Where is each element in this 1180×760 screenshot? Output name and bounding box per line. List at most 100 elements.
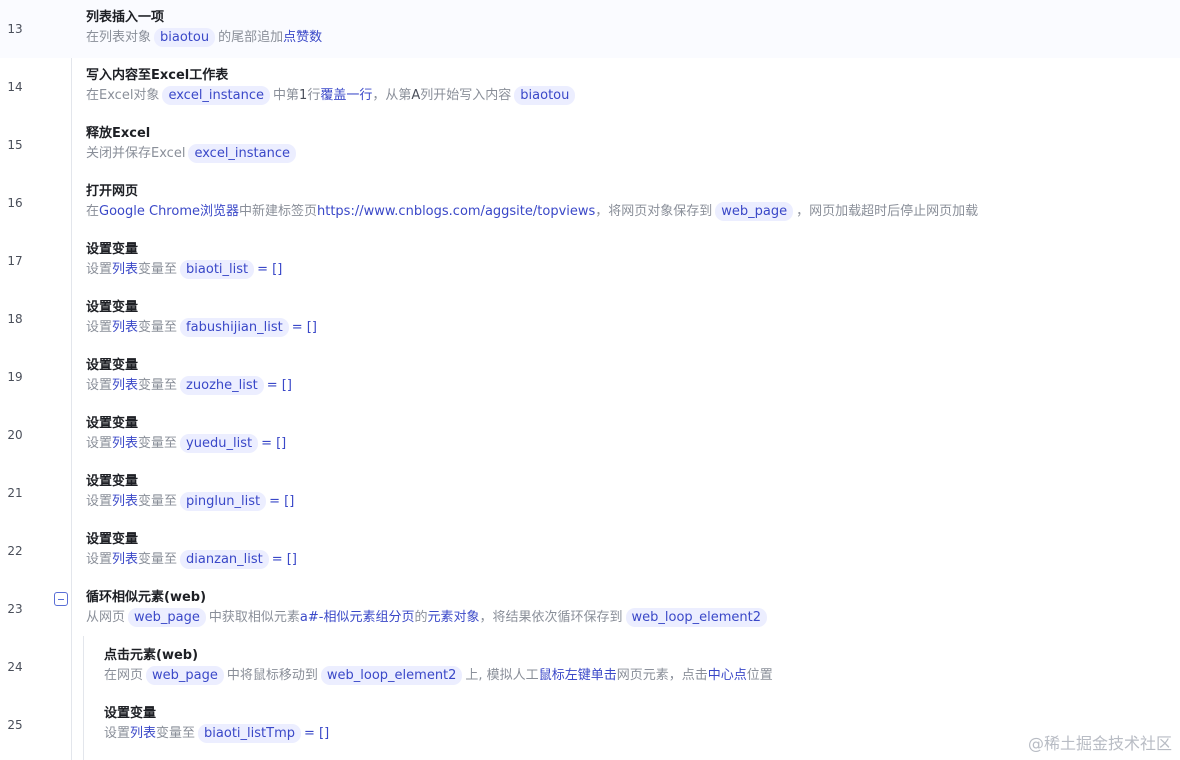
param-value[interactable]: 点赞数 bbox=[283, 30, 322, 45]
line-number: 13 bbox=[7, 22, 23, 36]
param-value[interactable]: a#-相似元素组分页 bbox=[300, 610, 415, 625]
description-text: 设置 bbox=[86, 262, 113, 277]
param-value[interactable]: 列表 bbox=[112, 436, 138, 451]
param-value[interactable]: = [] bbox=[269, 494, 294, 509]
flow-step-row[interactable]: 16 打开网页 在Google Chrome浏览器中新建标签页https://www… bbox=[0, 174, 1180, 232]
param-value[interactable]: 列表 bbox=[112, 378, 138, 393]
step-title: 设置变量 bbox=[86, 532, 139, 547]
param-value[interactable]: 鼠标左键单击 bbox=[539, 668, 617, 683]
variable-chip[interactable]: biaoti_list bbox=[180, 260, 255, 279]
description-text: 设置 bbox=[86, 436, 113, 451]
step-title: 释放Excel bbox=[86, 126, 151, 141]
step-description: 在Excel对象 excel_instance 中第1行覆盖一行，从第A列开始写入内… bbox=[86, 86, 578, 106]
description-text: 在网页 bbox=[104, 668, 144, 683]
variable-chip[interactable]: yuedu_list bbox=[180, 434, 259, 453]
variable-chip[interactable]: web_loop_element2 bbox=[625, 608, 768, 627]
flow-step-row[interactable]: 22 设置变量 设置列表变量至 dianzan_list = [] bbox=[0, 522, 1180, 580]
step-title: 设置变量 bbox=[86, 474, 139, 489]
variable-chip[interactable]: web_page bbox=[146, 666, 224, 685]
variable-chip[interactable]: biaotou bbox=[154, 28, 216, 47]
description-text: ，将网页对象保存到 bbox=[595, 204, 713, 219]
line-number: 20 bbox=[7, 428, 23, 442]
description-text: 变量至 bbox=[138, 436, 178, 451]
description-text: 网页元素，点击 bbox=[616, 668, 708, 683]
step-title: 列表插入一项 bbox=[86, 10, 165, 25]
description-text: 变量至 bbox=[138, 552, 178, 567]
description-text: 列开始写入内容 bbox=[420, 88, 512, 103]
param-value[interactable]: = [] bbox=[257, 262, 282, 277]
param-value[interactable]: 中心点 bbox=[708, 668, 747, 683]
description-text: 从网页 bbox=[86, 610, 126, 625]
description-text: 变量至 bbox=[138, 378, 178, 393]
description-text: 关闭并保存Excel bbox=[86, 146, 186, 161]
param-value[interactable]: 列表 bbox=[112, 552, 138, 567]
step-title: 设置变量 bbox=[86, 416, 139, 431]
variable-chip[interactable]: web_page bbox=[128, 608, 206, 627]
step-description: 设置列表变量至 fabushijian_list = [] bbox=[86, 318, 317, 338]
variable-chip[interactable]: fabushijian_list bbox=[180, 318, 289, 337]
flow-step-row[interactable]: 14 写入内容至Excel工作表 在Excel对象 excel_instance 中第1… bbox=[0, 58, 1180, 116]
flow-step-row[interactable]: 25 设置变量设置列表变量至 biaoti_listTmp = [] bbox=[0, 696, 1180, 754]
step-description: 关闭并保存Excel excel_instance bbox=[86, 144, 299, 164]
flow-step-row[interactable]: 17 设置变量 设置列表变量至 biaoti_list = [] bbox=[0, 232, 1180, 290]
description-text: 行 bbox=[307, 88, 321, 103]
variable-chip[interactable]: dianzan_list bbox=[180, 550, 269, 569]
step-title: 设置变量 bbox=[86, 358, 139, 373]
line-number: 25 bbox=[7, 718, 23, 732]
description-text: 在 bbox=[86, 204, 100, 219]
description-text: 变量至 bbox=[138, 262, 178, 277]
description-text: 设置 bbox=[86, 494, 113, 509]
step-title: 点击元素(web) bbox=[104, 648, 199, 663]
step-title: 设置变量 bbox=[86, 242, 139, 257]
param-value[interactable]: = [] bbox=[292, 320, 317, 335]
param-value[interactable]: 列表 bbox=[112, 494, 138, 509]
line-number: 16 bbox=[7, 196, 23, 210]
description-text: 上, 模拟人工 bbox=[465, 668, 539, 683]
flow-step-row[interactable]: 15 释放Excel 关闭并保存Excel excel_instance bbox=[0, 116, 1180, 174]
collapse-toggle-icon[interactable] bbox=[54, 592, 68, 606]
variable-chip[interactable]: excel_instance bbox=[162, 86, 271, 105]
variable-chip[interactable]: excel_instance bbox=[188, 144, 297, 163]
description-text: ，将结果依次循环保存到 bbox=[479, 610, 623, 625]
param-value[interactable]: = [] bbox=[261, 436, 286, 451]
step-title: 设置变量 bbox=[86, 300, 139, 315]
flow-step-row[interactable]: 19 设置变量设置列表变量至 zuozhe_list = [] bbox=[0, 348, 1180, 406]
description-text: 在Excel对象 bbox=[86, 88, 160, 103]
variable-chip[interactable]: zuozhe_list bbox=[180, 376, 264, 395]
flow-step-row[interactable]: 24 点击元素(web) 在网页 web_page 中将鼠标移动到 web_loop_el… bbox=[0, 638, 1180, 696]
variable-chip[interactable]: web_loop_element2 bbox=[320, 666, 463, 685]
description-text: 设置 bbox=[104, 726, 131, 741]
variable-chip[interactable]: biaoti_listTmp bbox=[198, 724, 301, 743]
line-number: 15 bbox=[7, 138, 23, 152]
variable-chip[interactable]: pinglun_list bbox=[180, 492, 267, 511]
flow-step-row[interactable]: 18 设置变量设置列表变量至 fabushijian_list = [] bbox=[0, 290, 1180, 348]
variable-chip[interactable]: web_page bbox=[715, 202, 794, 221]
variable-chip[interactable]: biaotou bbox=[514, 86, 576, 105]
description-text: 设置 bbox=[86, 378, 113, 393]
param-value[interactable]: 列表 bbox=[130, 726, 156, 741]
flow-step-row[interactable]: 23 循环相似元素(web) 从网页 web_page 中获取相似元素a#-相似元素组分… bbox=[0, 580, 1180, 638]
param-value[interactable]: 元素对象 bbox=[427, 610, 479, 625]
line-number: 14 bbox=[7, 80, 23, 94]
line-number: 18 bbox=[7, 312, 23, 326]
flow-step-row[interactable]: 21 设置变量 设置列表变量至 pinglun_list = [] bbox=[0, 464, 1180, 522]
param-value[interactable]: 列表 bbox=[112, 262, 138, 277]
description-text: 位置 bbox=[746, 668, 773, 683]
description-text: 中第 bbox=[273, 88, 300, 103]
step-title: 设置变量 bbox=[104, 706, 157, 721]
description-text: 变量至 bbox=[138, 320, 178, 335]
description-text: 变量至 bbox=[156, 726, 196, 741]
step-description: 设置列表变量至 yuedu_list = [] bbox=[86, 434, 286, 454]
param-value[interactable]: = [] bbox=[304, 726, 329, 741]
param-value[interactable]: https://www.cnblogs.com/aggsite/topviews bbox=[317, 204, 595, 219]
param-value[interactable]: 列表 bbox=[112, 320, 138, 335]
flow-step-row[interactable]: 13 列表插入一项 在列表对象 biaotou 的尾部追加点赞数 bbox=[0, 0, 1180, 58]
param-value[interactable]: = [] bbox=[272, 552, 297, 567]
line-number: 19 bbox=[7, 370, 23, 384]
param-value[interactable]: = [] bbox=[267, 378, 292, 393]
description-text: ，从第 bbox=[372, 88, 412, 103]
param-value[interactable]: 覆盖一行 bbox=[320, 88, 372, 103]
param-value[interactable]: Google Chrome浏览器 bbox=[99, 204, 239, 219]
step-title: 循环相似元素(web) bbox=[86, 590, 207, 605]
flow-step-row[interactable]: 20 设置变量设置列表变量至 yuedu_list = [] bbox=[0, 406, 1180, 464]
